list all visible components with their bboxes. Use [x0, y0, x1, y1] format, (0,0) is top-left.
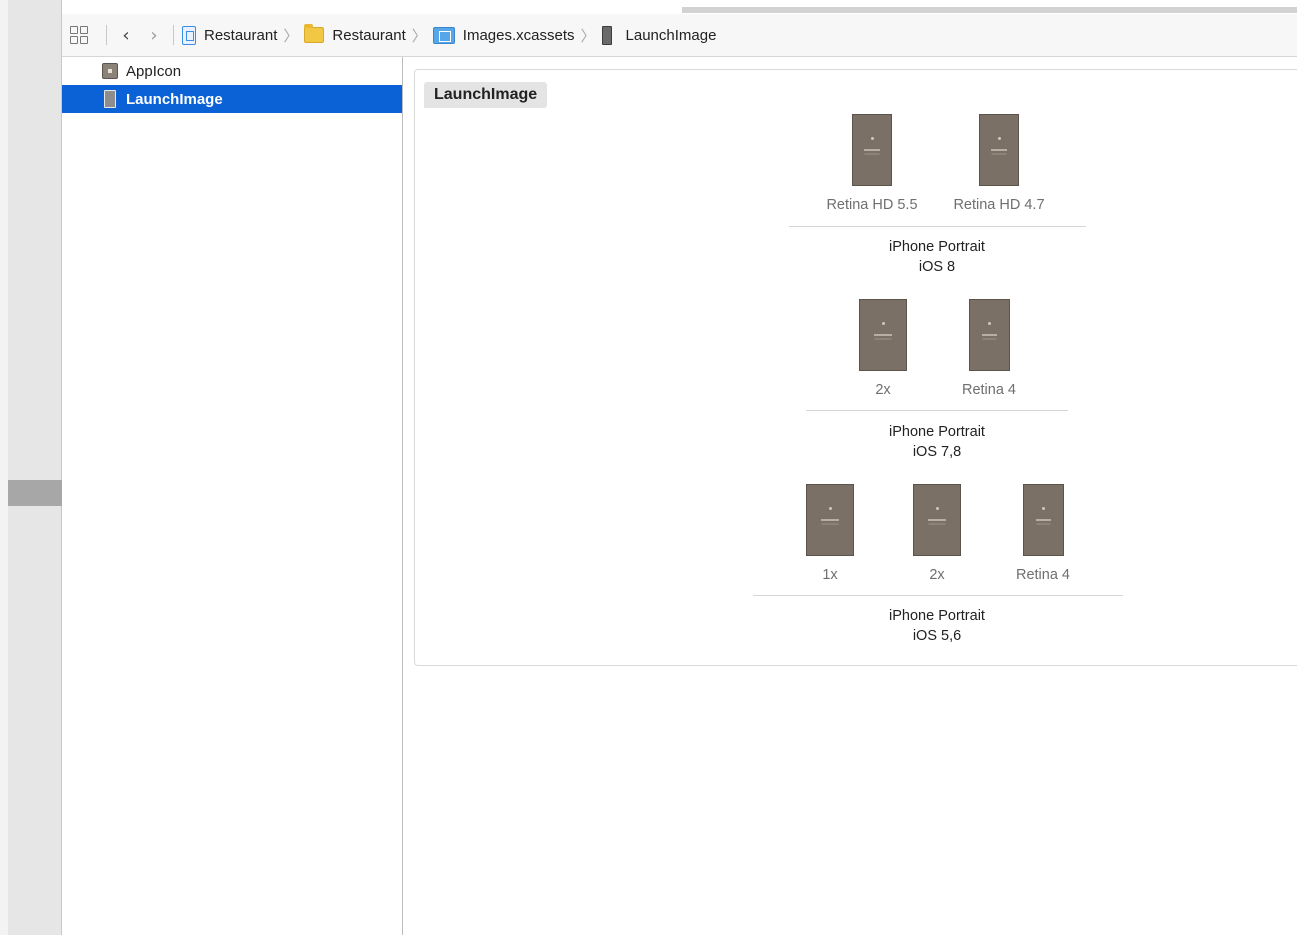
- launch-image-slot[interactable]: [1023, 484, 1064, 556]
- gutter-track: [0, 0, 8, 935]
- launch-image-icon: [104, 90, 116, 108]
- launch-image-slot[interactable]: [859, 299, 907, 371]
- asset-navigator: AppIcon LaunchImage: [62, 57, 403, 935]
- progress-bar: [682, 7, 1297, 13]
- navigator-item-label: LaunchImage: [126, 90, 223, 108]
- slot-label: Retina HD 5.5: [826, 197, 918, 213]
- top-strip: [62, 0, 1297, 14]
- breadcrumb-project[interactable]: Restaurant 〉: [182, 25, 304, 46]
- group-device: iPhone Portrait: [889, 608, 985, 624]
- divider: [173, 25, 174, 45]
- group-os: iOS 8: [918, 259, 956, 275]
- launch-image-slot[interactable]: [852, 114, 892, 186]
- group-device: iPhone Portrait: [889, 424, 985, 440]
- group-os: iOS 7,8: [912, 444, 962, 460]
- left-gutter: [0, 0, 62, 935]
- back-arrow-icon[interactable]: ‹: [115, 25, 137, 46]
- navigator-item-label: AppIcon: [126, 62, 182, 80]
- slot-label: 2x: [875, 382, 891, 398]
- launch-image-slot[interactable]: [969, 299, 1010, 371]
- group-divider: [789, 226, 1086, 227]
- image-set-panel: LaunchImage Retina HD 5.5 Retina HD 4.7 …: [414, 69, 1297, 666]
- gutter-handle[interactable]: [8, 480, 62, 506]
- group-os: iOS 5,6: [912, 628, 962, 644]
- breadcrumb-label: Images.xcassets: [462, 26, 575, 44]
- navigator-item-launchimage[interactable]: LaunchImage: [62, 85, 402, 113]
- group-device: iPhone Portrait: [889, 239, 985, 255]
- launch-image-slot[interactable]: [806, 484, 854, 556]
- divider: [106, 25, 107, 45]
- related-items-icon[interactable]: [70, 26, 88, 44]
- slot-label: 1x: [822, 567, 838, 583]
- app-icon-icon: [102, 63, 118, 79]
- asset-catalog-icon: [432, 26, 455, 44]
- chevron-right-icon: 〉: [411, 26, 427, 45]
- chevron-right-icon: 〉: [580, 26, 596, 45]
- breadcrumb-label: Restaurant: [332, 26, 406, 44]
- group-label: iPhone Portrait iOS 8: [837, 237, 1037, 277]
- launch-image-slot[interactable]: [913, 484, 961, 556]
- breadcrumb-label: LaunchImage: [625, 26, 717, 44]
- group-divider: [806, 410, 1068, 411]
- group-label: iPhone Portrait iOS 7,8: [837, 422, 1037, 462]
- launch-image-slot[interactable]: [979, 114, 1019, 186]
- slot-label: 2x: [929, 567, 945, 583]
- group-label: iPhone Portrait iOS 5,6: [837, 606, 1037, 646]
- forward-arrow-icon[interactable]: ›: [143, 25, 165, 46]
- breadcrumb-folder[interactable]: Restaurant 〉: [304, 24, 432, 46]
- group-divider: [753, 595, 1123, 596]
- image-set-title: LaunchImage: [424, 82, 548, 108]
- jump-bar: ‹ › Restaurant 〉 Restaurant 〉 Images.xca…: [62, 14, 1297, 57]
- breadcrumb-launchimage[interactable]: LaunchImage: [601, 25, 717, 45]
- project-file-icon: [182, 25, 196, 45]
- folder-icon: [304, 24, 325, 43]
- asset-editor: LaunchImage Retina HD 5.5 Retina HD 4.7 …: [403, 57, 1297, 935]
- chevron-right-icon: 〉: [283, 26, 299, 45]
- slot-label: Retina HD 4.7: [953, 197, 1045, 213]
- launch-image-icon: [601, 25, 612, 45]
- breadcrumb-label: Restaurant: [204, 26, 278, 44]
- slot-label: Retina 4: [961, 382, 1016, 398]
- navigator-item-appicon[interactable]: AppIcon: [62, 57, 402, 85]
- slot-label: Retina 4: [1015, 567, 1070, 583]
- breadcrumb-assets[interactable]: Images.xcassets 〉: [432, 25, 602, 46]
